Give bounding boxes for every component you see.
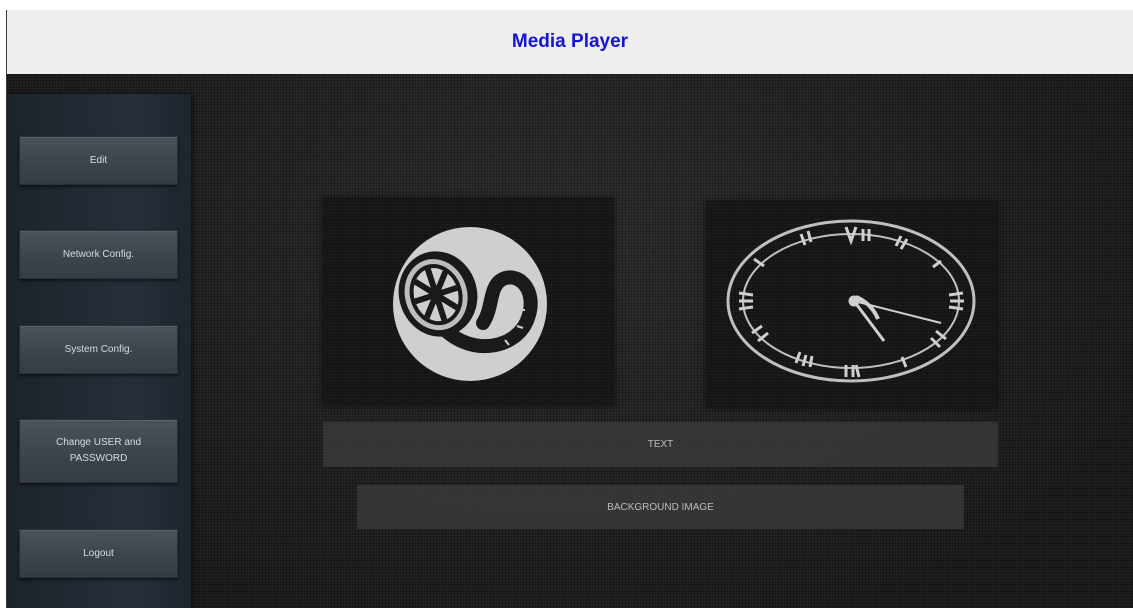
media-tile[interactable] (323, 198, 614, 405)
system-config-button[interactable]: System Config. (19, 325, 178, 374)
system-config-button-label: System Config. (64, 343, 133, 355)
app-header: Media Player (7, 10, 1133, 74)
clock-icon (726, 219, 976, 383)
page-title: Media Player (511, 31, 629, 52)
network-config-button[interactable]: Network Config. (19, 230, 178, 279)
edit-button-label: Edit (89, 154, 108, 166)
film-reel-icon (393, 227, 547, 381)
background-image-button[interactable]: BACKGROUND IMAGE (357, 485, 964, 529)
background-image-button-label: BACKGROUND IMAGE (607, 501, 714, 513)
main-area: Edit Network Config. System Config. Chan… (7, 74, 1133, 608)
change-user-password-button[interactable]: Change USER and PASSWORD (19, 419, 178, 483)
network-config-button-label: Network Config. (62, 248, 135, 260)
media-player-app: Media Player Edit Network Config. System… (6, 10, 1133, 608)
edit-button[interactable]: Edit (19, 136, 178, 185)
change-user-password-button-label: Change USER and PASSWORD (55, 437, 142, 464)
logout-button-label: Logout (83, 547, 114, 559)
sidebar: Edit Network Config. System Config. Chan… (7, 94, 191, 608)
text-button[interactable]: TEXT (323, 422, 998, 467)
text-button-label: TEXT (647, 439, 674, 450)
clock-tile[interactable] (706, 201, 997, 408)
logout-button[interactable]: Logout (19, 529, 178, 578)
